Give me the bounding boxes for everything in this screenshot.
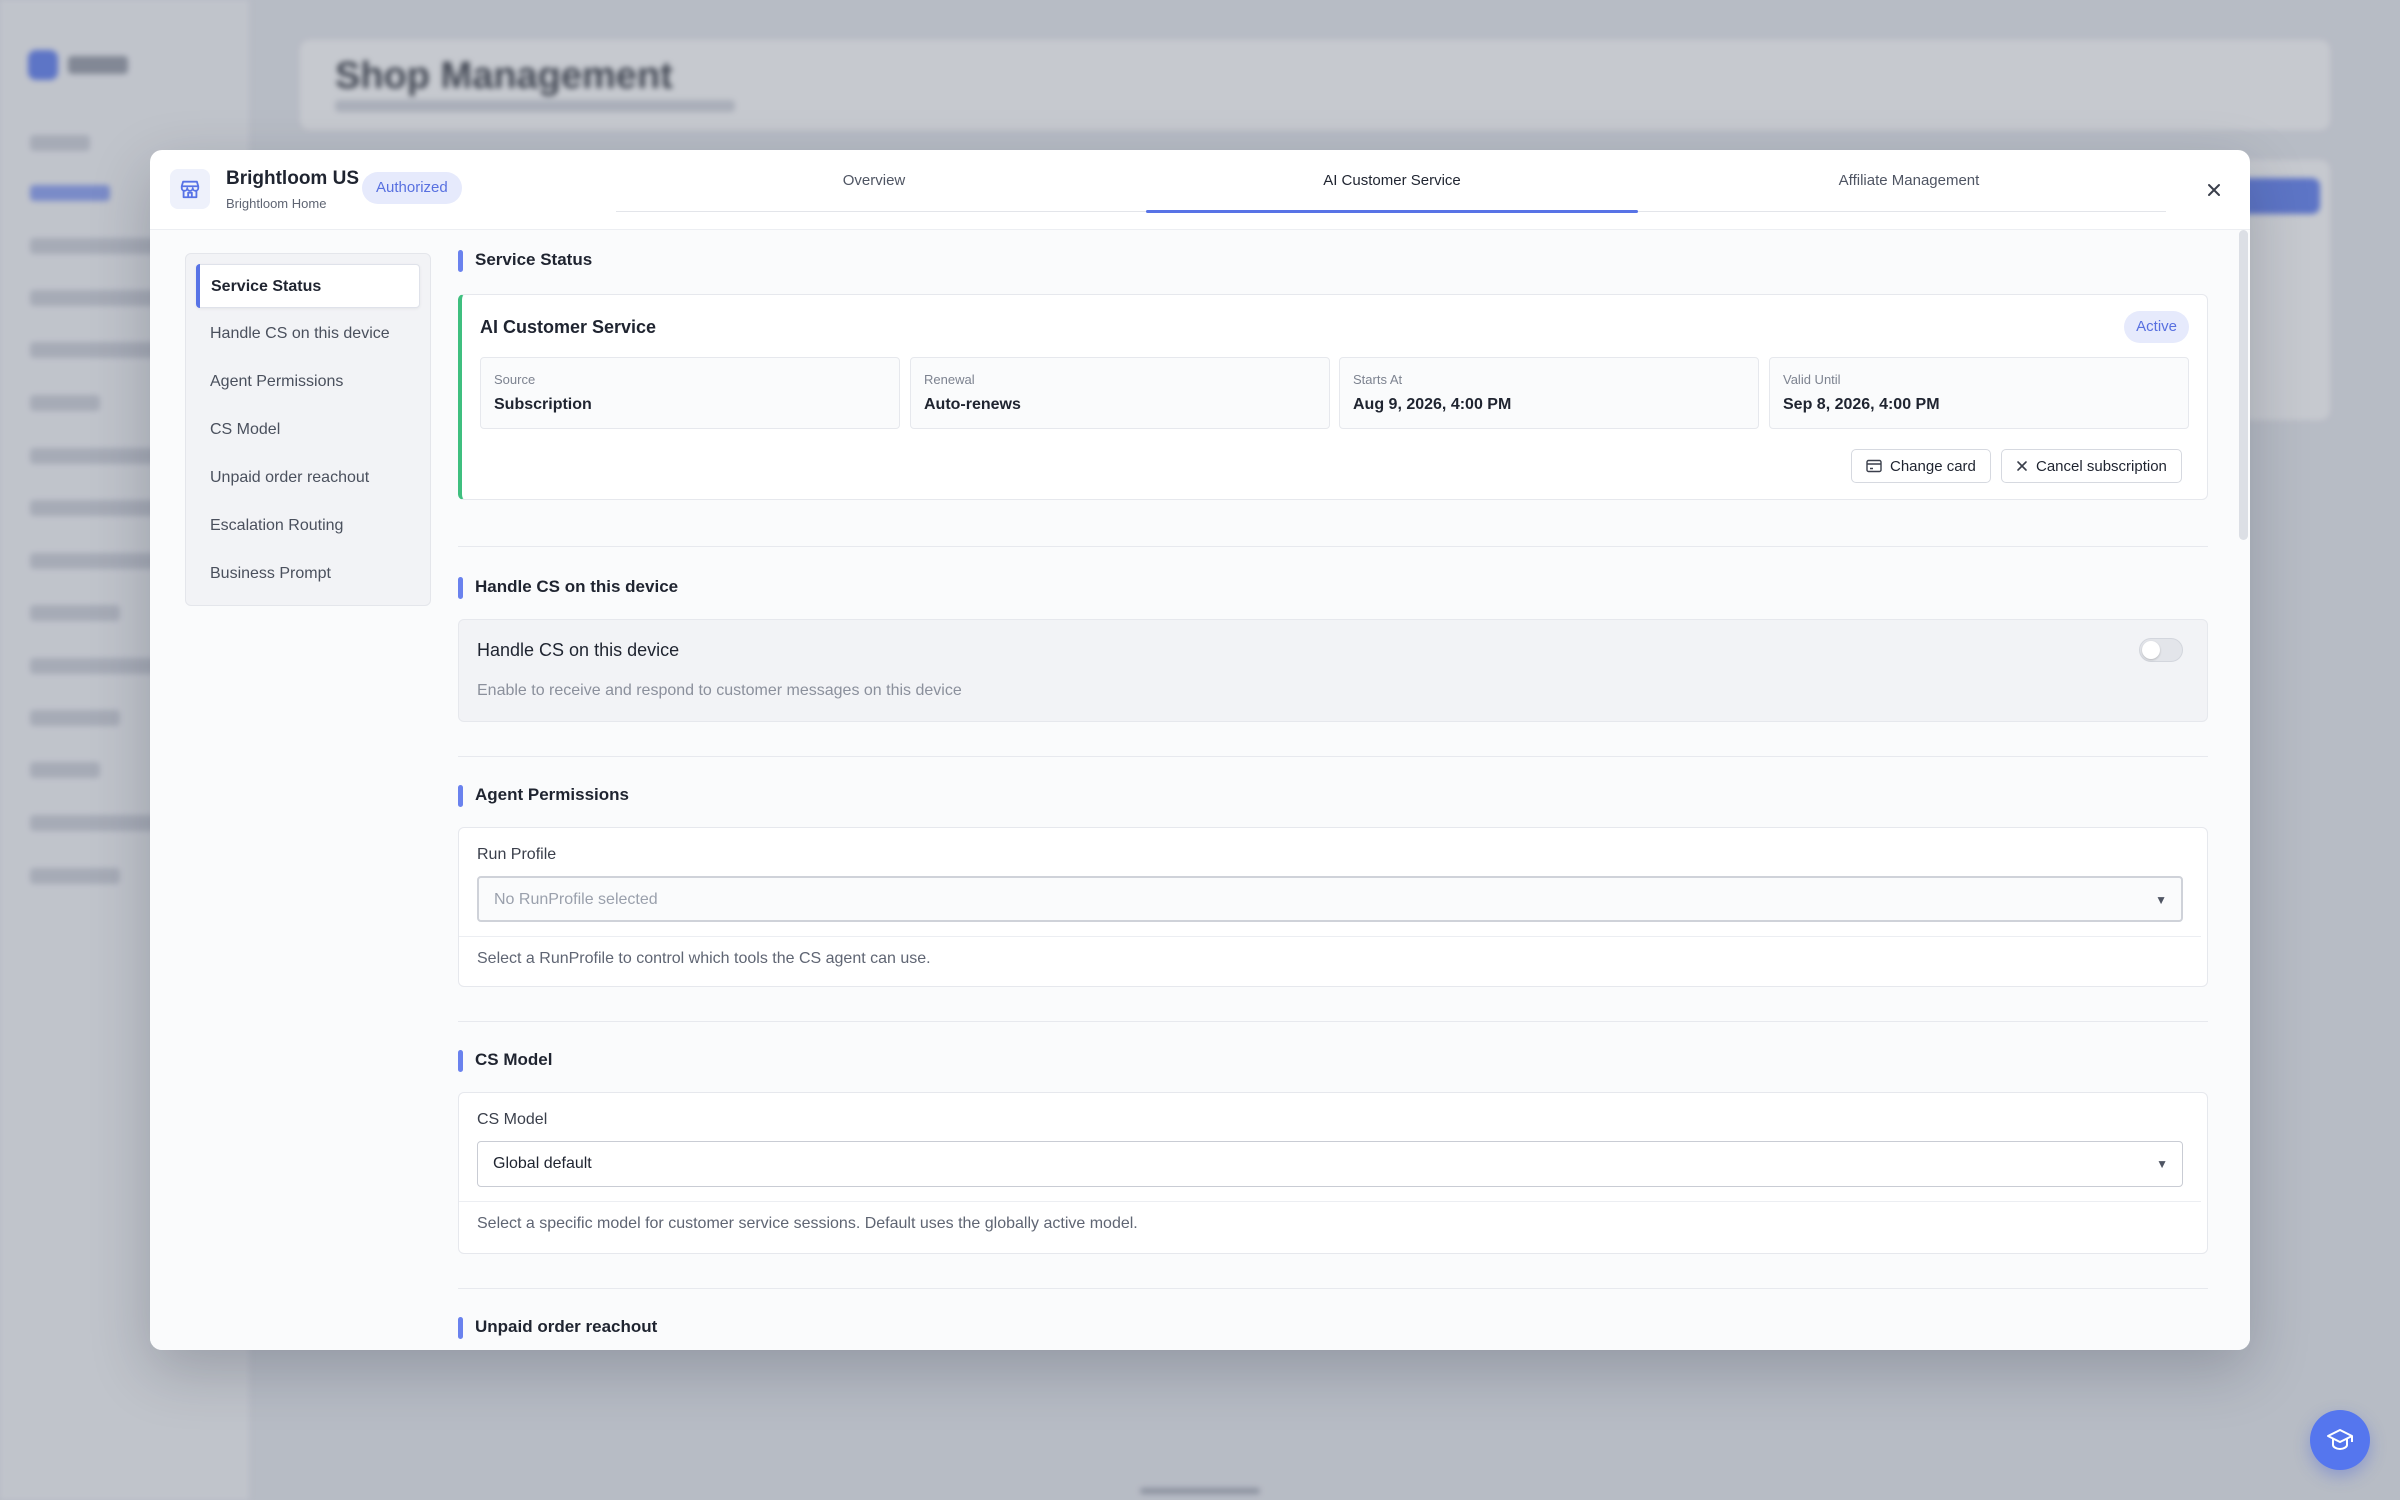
side-nav-escalation-routing[interactable]: Escalation Routing — [196, 504, 420, 548]
graduation-cap-icon — [2327, 1429, 2353, 1450]
modal-tabs: Overview AI Customer Service Affiliate M… — [616, 150, 2166, 213]
info-value: Sep 8, 2026, 4:00 PM — [1783, 396, 1940, 413]
cancel-subscription-button[interactable]: Cancel subscription — [2001, 449, 2182, 483]
handle-cs-toggle[interactable] — [2139, 638, 2183, 662]
tab-affiliate-management[interactable]: Affiliate Management — [1652, 150, 2166, 212]
section-title-cs-model: CS Model — [458, 1050, 552, 1072]
info-value: Aug 9, 2026, 4:00 PM — [1353, 396, 1512, 413]
info-starts-at: Starts At Aug 9, 2026, 4:00 PM — [1339, 357, 1759, 429]
credit-card-icon — [1866, 459, 1882, 473]
chevron-down-icon: ▼ — [2155, 893, 2167, 907]
section-divider — [458, 546, 2208, 547]
store-name: Brightloom US — [226, 168, 359, 189]
section-title-unpaid-order-reachout: Unpaid order reachout — [458, 1317, 657, 1339]
cs-model-select[interactable]: Global default ▼ — [477, 1141, 2183, 1187]
change-card-button[interactable]: Change card — [1851, 449, 1991, 483]
side-nav-handle-cs[interactable]: Handle CS on this device — [196, 312, 420, 356]
active-badge: Active — [2124, 311, 2189, 343]
info-label: Valid Until — [1783, 372, 1841, 387]
help-center-button[interactable] — [2310, 1410, 2370, 1470]
run-profile-help: Select a RunProfile to control which too… — [477, 950, 931, 967]
agent-permissions-card: Run Profile No RunProfile selected ▼ Sel… — [458, 827, 2208, 987]
section-title-service-status: Service Status — [458, 250, 592, 272]
info-value: Subscription — [494, 396, 592, 413]
section-divider — [458, 756, 2208, 757]
tab-overview[interactable]: Overview — [616, 150, 1132, 212]
card-separator — [459, 936, 2201, 937]
service-status-card: AI Customer Service Active Source Subscr… — [458, 294, 2208, 500]
section-title-agent-permissions: Agent Permissions — [458, 785, 629, 807]
cs-model-card: CS Model Global default ▼ Select a speci… — [458, 1092, 2208, 1254]
store-settings-modal: Brightloom US Brightloom Home Authorized… — [150, 150, 2250, 1350]
cs-model-label: CS Model — [477, 1111, 548, 1128]
service-card-title: AI Customer Service — [480, 317, 657, 337]
handle-cs-label: Handle CS on this device — [477, 640, 680, 660]
change-card-label: Change card — [1890, 457, 1976, 475]
run-profile-select[interactable]: No RunProfile selected ▼ — [477, 876, 2183, 922]
chevron-down-icon: ▼ — [2156, 1157, 2168, 1171]
side-nav-business-prompt[interactable]: Business Prompt — [196, 552, 420, 596]
side-nav-cs-model[interactable]: CS Model — [196, 408, 420, 452]
close-icon — [2208, 184, 2220, 196]
x-icon — [2017, 461, 2027, 471]
side-nav-agent-permissions[interactable]: Agent Permissions — [196, 360, 420, 404]
card-separator — [459, 1201, 2201, 1202]
info-renewal: Renewal Auto-renews — [910, 357, 1330, 429]
section-divider — [458, 1021, 2208, 1022]
modal-header: Brightloom US Brightloom Home Authorized… — [150, 150, 2250, 230]
side-nav-unpaid-order-reachout[interactable]: Unpaid order reachout — [196, 456, 420, 500]
tab-ai-customer-service[interactable]: AI Customer Service — [1146, 150, 1638, 213]
modal-scrollbar[interactable] — [2239, 230, 2248, 540]
handle-cs-description: Enable to receive and respond to custome… — [477, 682, 962, 699]
authorized-badge: Authorized — [362, 172, 462, 204]
info-source: Source Subscription — [480, 357, 900, 429]
settings-side-nav: Service Status Handle CS on this device … — [185, 253, 431, 606]
side-nav-service-status[interactable]: Service Status — [196, 264, 420, 308]
store-subtitle: Brightloom Home — [226, 196, 327, 211]
info-label: Source — [494, 372, 536, 387]
run-profile-label: Run Profile — [477, 846, 557, 863]
info-valid-until: Valid Until Sep 8, 2026, 4:00 PM — [1769, 357, 2189, 429]
store-icon — [170, 169, 210, 209]
info-value: Auto-renews — [924, 396, 1021, 413]
handle-cs-card: Handle CS on this device Enable to recei… — [458, 619, 2208, 722]
modal-body: Service Status Handle CS on this device … — [150, 230, 2250, 1350]
cs-model-help: Select a specific model for customer ser… — [477, 1215, 1138, 1232]
info-label: Renewal — [924, 372, 975, 387]
section-divider — [458, 1288, 2208, 1289]
cancel-subscription-label: Cancel subscription — [2036, 457, 2167, 475]
info-label: Starts At — [1353, 372, 1403, 387]
close-button[interactable] — [2198, 174, 2230, 206]
section-title-handle-cs: Handle CS on this device — [458, 577, 678, 599]
run-profile-placeholder: No RunProfile selected — [494, 891, 658, 908]
cs-model-value: Global default — [493, 1155, 592, 1172]
